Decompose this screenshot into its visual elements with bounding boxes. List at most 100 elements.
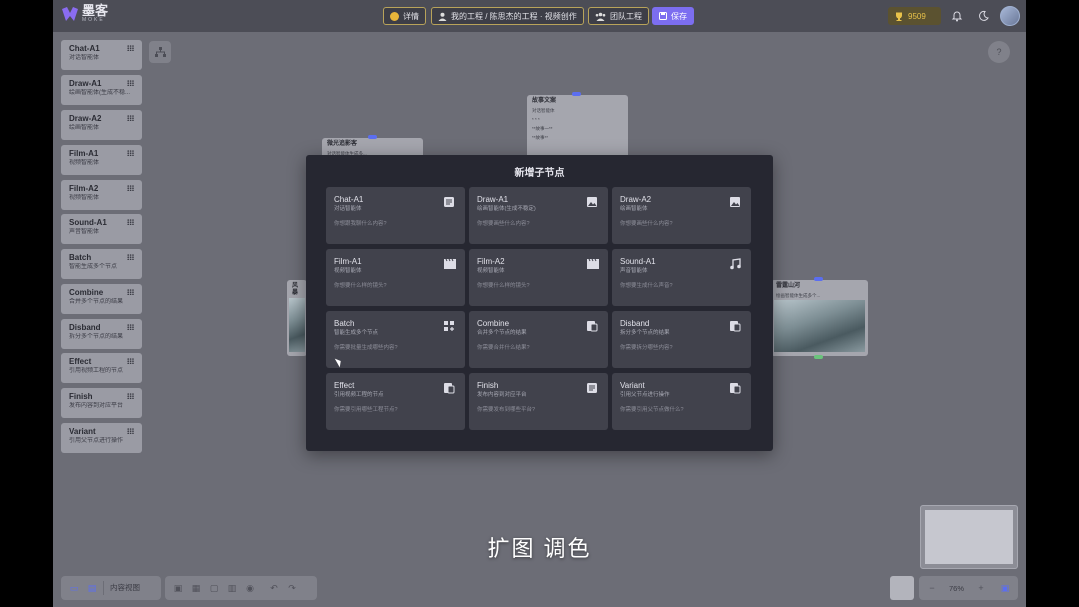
branch-icon	[729, 382, 741, 394]
palette-item[interactable]: Draw-A1 绘画智能体(生成不稳...	[61, 75, 142, 105]
canvas-node-story[interactable]: 故事文案 对话智能体 * * * **故事一** **故事**	[527, 95, 628, 159]
tree-icon	[154, 47, 166, 57]
node-connector[interactable]	[368, 135, 377, 139]
palette-item[interactable]: Variant 引用父节点进行操作	[61, 423, 142, 453]
save-icon	[659, 12, 667, 20]
crop-icon[interactable]: ▢	[207, 581, 221, 595]
drag-handle-icon[interactable]	[127, 289, 134, 295]
avatar[interactable]	[1000, 6, 1020, 26]
help-icon: ?	[996, 47, 1002, 57]
logo-icon	[62, 7, 78, 21]
drag-handle-icon[interactable]	[127, 254, 134, 260]
node-connector[interactable]	[572, 92, 581, 96]
add-child-node-dialog: 新增子节点 Chat-A1 对话智能体 你想跟我聊什么内容? Draw-A1 绘画智能…	[306, 155, 773, 451]
zoom-in-icon[interactable]: +	[974, 581, 988, 595]
trophy-icon	[896, 12, 902, 21]
drag-handle-icon[interactable]	[127, 150, 134, 156]
palette-item[interactable]: Effect 引用视频工程的节点	[61, 353, 142, 383]
zoom-toolbar: − 76% + ▣	[919, 576, 1018, 600]
layers-icon[interactable]: ▥	[225, 581, 239, 595]
window-icon[interactable]: ▤	[85, 581, 99, 595]
coin-balance[interactable]: 9509	[888, 7, 941, 25]
node-connector[interactable]	[814, 355, 823, 359]
image-tool-icon[interactable]: ▣	[171, 581, 185, 595]
project-breadcrumb-button[interactable]: 我的工程 / 陈思杰的工程 · 视频创作	[431, 7, 584, 25]
top-bar: 墨客 MOKE 详情 我的工程 / 陈思杰的工程 · 视频创作 团队工程 保存 …	[53, 0, 1026, 32]
palette-item[interactable]: Sound-A1 声音智能体	[61, 214, 142, 244]
team-icon	[595, 12, 606, 21]
details-button[interactable]: 详情	[383, 7, 426, 25]
info-icon	[390, 11, 399, 21]
option-film-a1[interactable]: Film-A1 视频智能体 你想要什么样的镜头?	[326, 249, 465, 306]
gallery-icon[interactable]: ▦	[189, 581, 203, 595]
option-film-a2[interactable]: Film-A2 视频智能体 你想要什么样的镜头?	[469, 249, 608, 306]
option-batch[interactable]: Batch 智能生成多个节点 你需要批量生成哪些内容?	[326, 311, 465, 368]
node-thumbnail	[774, 300, 865, 352]
option-sound-a1[interactable]: Sound-A1 声音智能体 你想要生成什么声音?	[612, 249, 751, 306]
drag-handle-icon[interactable]	[127, 393, 134, 399]
palette-item[interactable]: Film-A2 视频智能体	[61, 180, 142, 210]
drag-handle-icon[interactable]	[127, 185, 134, 191]
music-note-icon	[729, 258, 741, 270]
content-view-button[interactable]: 内容视图	[103, 581, 146, 595]
node-thumbnail	[289, 298, 305, 352]
drag-handle-icon[interactable]	[127, 115, 134, 121]
zoom-level: 76%	[948, 583, 964, 593]
zoom-out-icon[interactable]: −	[925, 581, 939, 595]
image-icon	[729, 196, 741, 208]
link-icon	[443, 382, 455, 394]
app-window: 墨客 MOKE 详情 我的工程 / 陈思杰的工程 · 视频创作 团队工程 保存 …	[53, 0, 1026, 607]
layout-tree-button[interactable]	[149, 41, 171, 63]
help-button[interactable]: ?	[988, 41, 1010, 63]
grid-plus-icon	[443, 320, 455, 332]
fit-view-icon[interactable]: ▣	[998, 581, 1012, 595]
save-button[interactable]: 保存	[652, 7, 694, 25]
edit-toolbar: ▣ ▦ ▢ ▥ ◉ ↶ ↷	[165, 576, 317, 600]
view-toolbar: ▭ ▤ 内容视图	[61, 576, 161, 600]
drag-handle-icon[interactable]	[127, 219, 134, 225]
dialog-title: 新增子节点	[514, 168, 565, 179]
palette-item[interactable]: Film-A1 视频智能体	[61, 145, 142, 175]
option-finish[interactable]: Finish 发布内容到对应平台 你需要发布到哪些平台?	[469, 373, 608, 430]
clapperboard-icon	[443, 258, 456, 270]
drag-handle-icon[interactable]	[127, 324, 134, 330]
palette-item[interactable]: Combine 合并多个节点的结果	[61, 284, 142, 314]
bell-icon[interactable]	[951, 10, 963, 22]
dark-mode-icon[interactable]	[977, 10, 989, 22]
option-draw-a2[interactable]: Draw-A2 绘画智能体 你想要画些什么内容?	[612, 187, 751, 244]
palette-item[interactable]: Finish 发布内容到对应平台	[61, 388, 142, 418]
merge-icon	[586, 320, 598, 332]
option-draw-a1[interactable]: Draw-A1 绘画智能体(生成不稳定) 你想要画些什么内容?	[469, 187, 608, 244]
redo-icon[interactable]: ↷	[285, 581, 299, 595]
clapperboard-icon	[586, 258, 599, 270]
collaborator-avatar[interactable]	[890, 576, 914, 600]
split-icon	[729, 320, 741, 332]
logo[interactable]: 墨客 MOKE	[61, 4, 108, 23]
publish-icon	[586, 382, 598, 394]
video-caption: 扩图 调色	[487, 536, 592, 561]
node-connector[interactable]	[814, 277, 823, 281]
canvas-node-left[interactable]: 风暴	[287, 280, 307, 356]
monitor-icon[interactable]: ▭	[67, 581, 81, 595]
drag-handle-icon[interactable]	[127, 358, 134, 364]
palette-item[interactable]: Draw-A2 绘画智能体	[61, 110, 142, 140]
eye-icon[interactable]: ◉	[243, 581, 257, 595]
team-project-button[interactable]: 团队工程	[588, 7, 649, 25]
option-combine[interactable]: Combine 合并多个节点的结果 你需要合并什么结果?	[469, 311, 608, 368]
drag-handle-icon[interactable]	[127, 80, 134, 86]
option-variant[interactable]: Variant 引用父节点进行操作 你需要引用父节点做什么?	[612, 373, 751, 430]
undo-icon[interactable]: ↶	[267, 581, 281, 595]
drag-handle-icon[interactable]	[127, 45, 134, 51]
drag-handle-icon[interactable]	[127, 428, 134, 434]
document-icon	[443, 196, 455, 208]
app-sub: MOKE	[82, 17, 105, 23]
user-icon	[438, 12, 447, 21]
palette-item[interactable]: Disband 拆分多个节点的结果	[61, 319, 142, 349]
palette-item[interactable]: Chat-A1 对话智能体	[61, 40, 142, 70]
palette-item[interactable]: Batch 智能生成多个节点	[61, 249, 142, 279]
canvas-node-right[interactable]: 雷霆山河 绘画智能体生成多个...	[771, 280, 868, 356]
option-chat-a1[interactable]: Chat-A1 对话智能体 你想跟我聊什么内容?	[326, 187, 465, 244]
option-disband[interactable]: Disband 拆分多个节点的结果 你需要拆分哪些内容?	[612, 311, 751, 368]
image-icon	[586, 196, 598, 208]
option-effect[interactable]: Effect 引用视频工程的节点 你需要引用哪些工程节点?	[326, 373, 465, 430]
